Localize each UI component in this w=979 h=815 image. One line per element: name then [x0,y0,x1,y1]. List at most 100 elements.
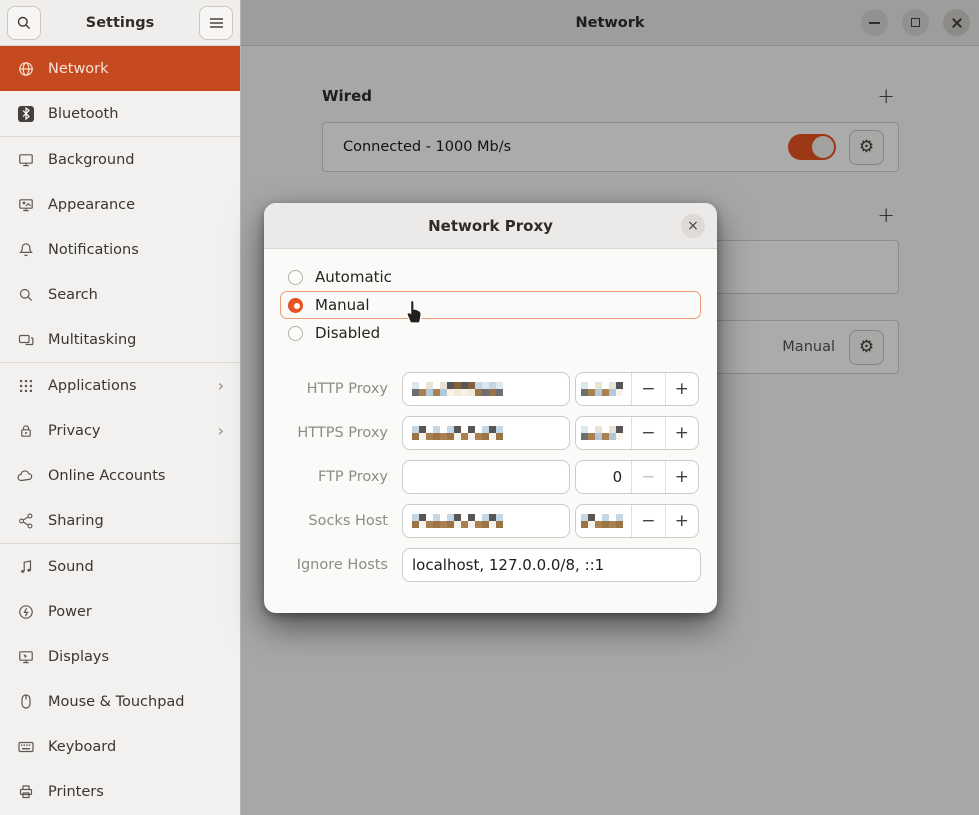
sidebar-item-label: Printers [48,784,104,800]
radio-unchecked-icon [288,270,303,285]
sidebar-item-sharing[interactable]: Sharing [0,498,240,543]
app-title: Settings [41,15,199,31]
redacted-value [412,382,503,396]
sidebar-item-label: Privacy [48,423,101,439]
sidebar-item-sound[interactable]: Sound [0,544,240,589]
redacted-value [412,514,503,528]
power-icon [17,603,34,620]
sidebar-item-appearance[interactable]: Appearance [0,182,240,227]
music-note-icon [17,558,34,575]
https-proxy-input[interactable] [402,416,570,450]
chevron-right-icon: › [218,376,224,395]
sidebar: Settings Network Bluetooth [0,0,241,815]
grid-icon [17,377,34,394]
sidebar-item-notifications[interactable]: Notifications [0,227,240,272]
sidebar-item-label: Applications [48,378,137,394]
chevron-right-icon: › [218,421,224,440]
sidebar-item-label: Sharing [48,513,104,529]
globe-icon [17,60,34,77]
ftp-port-spinner: 0 − + [575,460,699,494]
sidebar-item-keyboard[interactable]: Keyboard [0,724,240,769]
ignore-hosts-input[interactable]: localhost, 127.0.0.0/8, ::1 [402,548,701,582]
proxy-option-automatic[interactable]: Automatic [280,263,701,291]
close-icon: × [687,218,699,234]
search-icon [17,286,34,303]
cloud-icon [17,467,34,484]
redacted-port [581,426,623,440]
bluetooth-icon [17,105,34,122]
sidebar-item-online-accounts[interactable]: Online Accounts [0,453,240,498]
sidebar-item-power[interactable]: Power [0,589,240,634]
sidebar-item-background[interactable]: Background [0,137,240,182]
appearance-icon [17,196,34,213]
sidebar-item-bluetooth[interactable]: Bluetooth [0,91,240,136]
sidebar-header: Settings [0,0,240,46]
redacted-value [412,426,503,440]
sidebar-item-label: Sound [48,559,94,575]
increment-button[interactable]: + [666,505,698,537]
decrement-button[interactable]: − [632,461,664,493]
increment-button[interactable]: + [666,373,698,405]
sidebar-item-label: Search [48,287,98,303]
search-button[interactable] [7,6,41,40]
sidebar-list: Network Bluetooth Background Appeara [0,46,240,815]
ignore-hosts-row: Ignore Hosts localhost, 127.0.0.0/8, ::1 [280,548,701,582]
socks-port-spinner: − + [575,504,699,538]
sidebar-item-printers[interactable]: Printers [0,769,240,814]
sidebar-item-label: Multitasking [48,332,136,348]
sidebar-item-multitasking[interactable]: Multitasking [0,317,240,362]
sidebar-item-search[interactable]: Search [0,272,240,317]
ftp-port-value: 0 [576,461,631,493]
sidebar-item-label: Notifications [48,242,139,258]
monitor-icon [17,151,34,168]
decrement-button[interactable]: − [632,373,664,405]
ftp-proxy-row: FTP Proxy 0 − + [280,460,701,494]
sidebar-item-network[interactable]: Network [0,46,240,91]
share-icon [17,512,34,529]
proxy-option-manual[interactable]: Manual [280,291,701,319]
settings-window: Settings Network Bluetooth [0,0,979,815]
sidebar-item-label: Mouse & Touchpad [48,694,184,710]
https-port-spinner: − + [575,416,699,450]
decrement-button[interactable]: − [632,417,664,449]
increment-button[interactable]: + [666,461,698,493]
sidebar-item-privacy[interactable]: Privacy › [0,408,240,453]
sidebar-item-displays[interactable]: Displays [0,634,240,679]
https-proxy-row: HTTPS Proxy − + [280,416,701,450]
proxy-option-disabled[interactable]: Disabled [280,319,701,347]
display-icon [17,648,34,665]
increment-button[interactable]: + [666,417,698,449]
bell-icon [17,241,34,258]
socks-host-input[interactable] [402,504,570,538]
socks-host-row: Socks Host − + [280,504,701,538]
sidebar-item-applications[interactable]: Applications › [0,363,240,408]
http-proxy-input[interactable] [402,372,570,406]
redacted-port [581,514,623,528]
mouse-icon [17,693,34,710]
search-icon [16,15,32,31]
sidebar-item-label: Displays [48,649,109,665]
dialog-body: Automatic Manual Disabled HTTP Proxy − [264,249,717,582]
http-proxy-row: HTTP Proxy − + [280,372,701,406]
decrement-button[interactable]: − [632,505,664,537]
sidebar-item-label: Online Accounts [48,468,165,484]
proxy-form: HTTP Proxy − + HTTPS Proxy [280,372,701,582]
sidebar-item-label: Power [48,604,92,620]
hamburger-menu-icon [209,17,224,29]
lock-icon [17,422,34,439]
dialog-header: Network Proxy × [264,203,717,249]
keyboard-icon [17,738,34,755]
ftp-proxy-input[interactable] [402,460,570,494]
dialog-title: Network Proxy [428,217,553,235]
sidebar-item-label: Appearance [48,197,135,213]
dialog-close-button[interactable]: × [681,214,705,238]
sidebar-item-label: Keyboard [48,739,116,755]
radio-unchecked-icon [288,326,303,341]
http-port-spinner: − + [575,372,699,406]
network-proxy-dialog: Network Proxy × Automatic Manual Disable… [264,203,717,613]
sidebar-item-label: Bluetooth [48,106,118,122]
printer-icon [17,783,34,800]
sidebar-item-mouse-touchpad[interactable]: Mouse & Touchpad [0,679,240,724]
primary-menu-button[interactable] [199,6,233,40]
redacted-port [581,382,623,396]
